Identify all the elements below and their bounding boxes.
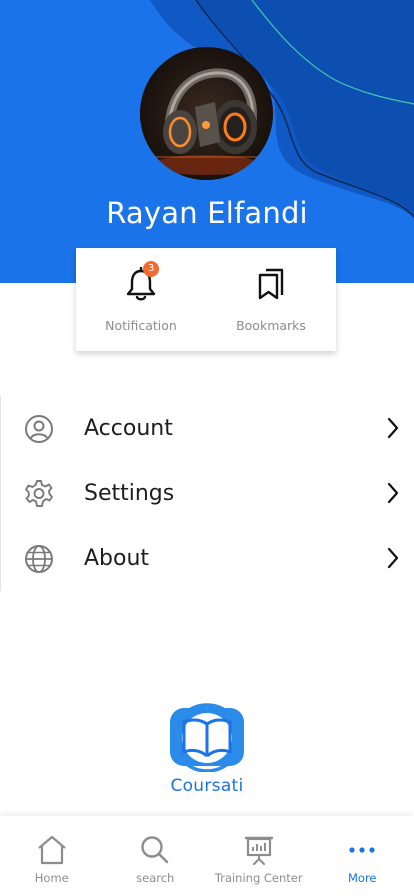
nav-label: search	[136, 871, 175, 885]
menu-item-account[interactable]: Account	[0, 396, 414, 461]
open-book-logo-icon	[170, 703, 244, 772]
user-name: Rayan Elfandi	[106, 196, 308, 230]
chevron-right-icon	[387, 417, 399, 439]
notification-icon-wrap: 3	[125, 261, 159, 301]
bookmarks-icon	[258, 268, 284, 300]
notification-button[interactable]: 3 Notification	[76, 248, 206, 351]
nav-search[interactable]: search	[104, 816, 208, 896]
nav-training-center[interactable]: Training Center	[207, 816, 311, 896]
presentation-icon	[244, 834, 274, 866]
bottom-navigation: Home search Training Center More	[0, 816, 414, 896]
profile-header: Rayan Elfandi	[0, 0, 414, 283]
notification-label: Notification	[105, 318, 177, 333]
bookmarks-label: Bookmarks	[236, 318, 306, 333]
nav-label: Home	[34, 871, 69, 885]
bookmarks-button[interactable]: Bookmarks	[206, 248, 336, 351]
chevron-right-icon	[387, 482, 399, 504]
nav-more[interactable]: More	[311, 816, 414, 896]
menu-item-label: About	[84, 546, 150, 571]
menu-item-label: Settings	[84, 481, 175, 506]
menu-item-about[interactable]: About	[0, 526, 414, 591]
avatar[interactable]	[140, 47, 273, 180]
coursati-logo: Coursati	[150, 700, 264, 796]
notification-badge: 3	[143, 261, 159, 277]
nav-label: More	[347, 871, 377, 885]
globe-icon	[24, 544, 54, 574]
robot-headphones-avatar-image	[140, 47, 273, 180]
nav-label: Training Center	[214, 871, 303, 885]
quick-actions-card: 3 Notification Bookmarks	[76, 248, 336, 351]
user-circle-icon	[24, 414, 54, 444]
logo-text: Coursati	[170, 776, 244, 796]
chevron-right-icon	[387, 547, 399, 569]
bookmarks-icon-wrap	[257, 267, 285, 301]
gear-icon	[24, 479, 54, 509]
more-dots-icon	[347, 834, 377, 866]
menu-item-label: Account	[84, 416, 173, 441]
menu-item-settings[interactable]: Settings	[0, 461, 414, 526]
search-icon	[140, 834, 170, 866]
more-screen: Rayan Elfandi 3 Notification Bookmarks A…	[0, 0, 414, 896]
nav-home[interactable]: Home	[0, 816, 104, 896]
home-icon	[36, 834, 68, 866]
settings-menu: Account Settings About	[0, 396, 414, 591]
